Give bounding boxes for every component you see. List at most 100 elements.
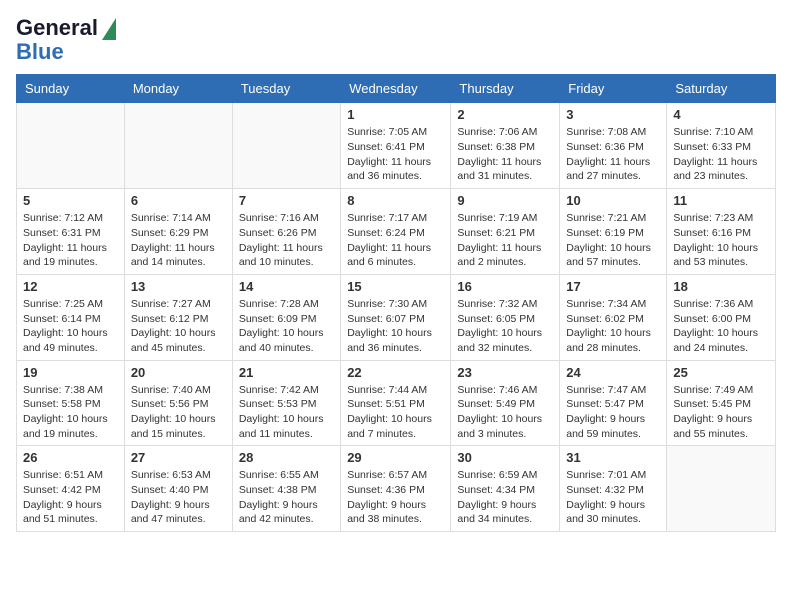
day-info: Sunrise: 7:12 AM Sunset: 6:31 PM Dayligh… [23, 211, 118, 270]
calendar-cell: 18 Sunrise: 7:36 AM Sunset: 6:00 PM Dayli… [667, 274, 776, 360]
day-info: Sunrise: 7:44 AM Sunset: 5:51 PM Dayligh… [347, 383, 444, 442]
day-number: 24 [566, 365, 660, 380]
calendar-cell: 6 Sunrise: 7:14 AM Sunset: 6:29 PM Daylig… [124, 189, 232, 275]
day-info: Sunrise: 6:53 AM Sunset: 4:40 PM Dayligh… [131, 468, 226, 527]
calendar-week-row: 12 Sunrise: 7:25 AM Sunset: 6:14 PM Dayli… [17, 274, 776, 360]
day-number: 30 [457, 450, 553, 465]
day-number: 6 [131, 193, 226, 208]
day-info: Sunrise: 7:36 AM Sunset: 6:00 PM Dayligh… [673, 297, 769, 356]
day-number: 22 [347, 365, 444, 380]
day-info: Sunrise: 7:05 AM Sunset: 6:41 PM Dayligh… [347, 125, 444, 184]
calendar-table: SundayMondayTuesdayWednesdayThursdayFrid… [16, 74, 776, 532]
day-number: 10 [566, 193, 660, 208]
day-of-week-header: Monday [124, 75, 232, 103]
calendar-cell: 22 Sunrise: 7:44 AM Sunset: 5:51 PM Dayli… [341, 360, 451, 446]
calendar-cell: 14 Sunrise: 7:28 AM Sunset: 6:09 PM Dayli… [232, 274, 340, 360]
calendar-cell: 5 Sunrise: 7:12 AM Sunset: 6:31 PM Daylig… [17, 189, 125, 275]
day-of-week-header: Tuesday [232, 75, 340, 103]
calendar-week-row: 19Sunrise: 7:38 AM Sunset: 5:58 PM Dayli… [17, 360, 776, 446]
calendar-cell: 1Sunrise: 7:05 AM Sunset: 6:41 PM Daylig… [341, 103, 451, 189]
day-info: Sunrise: 7:01 AM Sunset: 4:32 PM Dayligh… [566, 468, 660, 527]
page-header: General Blue [16, 16, 776, 64]
day-number: 7 [239, 193, 334, 208]
day-info: Sunrise: 7:23 AM Sunset: 6:16 PM Dayligh… [673, 211, 769, 270]
day-number: 2 [457, 107, 553, 122]
calendar-cell: 31 Sunrise: 7:01 AM Sunset: 4:32 PM Dayli… [560, 446, 667, 532]
calendar-cell: 26 Sunrise: 6:51 AM Sunset: 4:42 PM Dayli… [17, 446, 125, 532]
day-number: 31 [566, 450, 660, 465]
day-of-week-header: Saturday [667, 75, 776, 103]
calendar-cell [232, 103, 340, 189]
calendar-cell: 13 Sunrise: 7:27 AM Sunset: 6:12 PM Dayli… [124, 274, 232, 360]
calendar-cell [17, 103, 125, 189]
calendar-cell: 23 Sunrise: 7:46 AM Sunset: 5:49 PM Dayli… [451, 360, 560, 446]
day-info: Sunrise: 7:40 AM Sunset: 5:56 PM Dayligh… [131, 383, 226, 442]
day-number: 13 [131, 279, 226, 294]
calendar-cell: 16 Sunrise: 7:32 AM Sunset: 6:05 PM Dayli… [451, 274, 560, 360]
day-of-week-header: Friday [560, 75, 667, 103]
day-number: 8 [347, 193, 444, 208]
calendar-cell: 11Sunrise: 7:23 AM Sunset: 6:16 PM Dayli… [667, 189, 776, 275]
calendar-cell: 21Sunrise: 7:42 AM Sunset: 5:53 PM Dayli… [232, 360, 340, 446]
day-info: Sunrise: 7:27 AM Sunset: 6:12 PM Dayligh… [131, 297, 226, 356]
logo-blue-text: Blue [16, 40, 64, 64]
calendar-cell: 28Sunrise: 6:55 AM Sunset: 4:38 PM Dayli… [232, 446, 340, 532]
day-number: 16 [457, 279, 553, 294]
calendar-cell: 30 Sunrise: 6:59 AM Sunset: 4:34 PM Dayli… [451, 446, 560, 532]
day-info: Sunrise: 7:28 AM Sunset: 6:09 PM Dayligh… [239, 297, 334, 356]
day-number: 9 [457, 193, 553, 208]
day-number: 23 [457, 365, 553, 380]
day-info: Sunrise: 7:42 AM Sunset: 5:53 PM Dayligh… [239, 383, 334, 442]
day-info: Sunrise: 7:38 AM Sunset: 5:58 PM Dayligh… [23, 383, 118, 442]
day-number: 4 [673, 107, 769, 122]
calendar-cell: 27 Sunrise: 6:53 AM Sunset: 4:40 PM Dayli… [124, 446, 232, 532]
calendar-cell: 7 Sunrise: 7:16 AM Sunset: 6:26 PM Daylig… [232, 189, 340, 275]
calendar-cell: 9 Sunrise: 7:19 AM Sunset: 6:21 PM Daylig… [451, 189, 560, 275]
day-of-week-header: Thursday [451, 75, 560, 103]
day-of-week-header: Sunday [17, 75, 125, 103]
logo-text: General [16, 16, 98, 40]
day-number: 5 [23, 193, 118, 208]
day-number: 27 [131, 450, 226, 465]
day-number: 14 [239, 279, 334, 294]
calendar-cell [124, 103, 232, 189]
calendar-cell: 12 Sunrise: 7:25 AM Sunset: 6:14 PM Dayli… [17, 274, 125, 360]
day-number: 25 [673, 365, 769, 380]
day-info: Sunrise: 7:47 AM Sunset: 5:47 PM Dayligh… [566, 383, 660, 442]
day-info: Sunrise: 7:32 AM Sunset: 6:05 PM Dayligh… [457, 297, 553, 356]
day-info: Sunrise: 6:55 AM Sunset: 4:38 PM Dayligh… [239, 468, 334, 527]
day-number: 29 [347, 450, 444, 465]
day-info: Sunrise: 6:59 AM Sunset: 4:34 PM Dayligh… [457, 468, 553, 527]
day-info: Sunrise: 7:46 AM Sunset: 5:49 PM Dayligh… [457, 383, 553, 442]
day-info: Sunrise: 7:14 AM Sunset: 6:29 PM Dayligh… [131, 211, 226, 270]
day-info: Sunrise: 7:30 AM Sunset: 6:07 PM Dayligh… [347, 297, 444, 356]
day-number: 12 [23, 279, 118, 294]
day-number: 20 [131, 365, 226, 380]
calendar-week-row: 1Sunrise: 7:05 AM Sunset: 6:41 PM Daylig… [17, 103, 776, 189]
day-of-week-header: Wednesday [341, 75, 451, 103]
day-number: 3 [566, 107, 660, 122]
day-info: Sunrise: 7:34 AM Sunset: 6:02 PM Dayligh… [566, 297, 660, 356]
day-info: Sunrise: 7:08 AM Sunset: 6:36 PM Dayligh… [566, 125, 660, 184]
calendar-cell: 20 Sunrise: 7:40 AM Sunset: 5:56 PM Dayli… [124, 360, 232, 446]
day-info: Sunrise: 7:16 AM Sunset: 6:26 PM Dayligh… [239, 211, 334, 270]
day-info: Sunrise: 7:19 AM Sunset: 6:21 PM Dayligh… [457, 211, 553, 270]
calendar-cell: 4Sunrise: 7:10 AM Sunset: 6:33 PM Daylig… [667, 103, 776, 189]
day-info: Sunrise: 7:06 AM Sunset: 6:38 PM Dayligh… [457, 125, 553, 184]
day-number: 26 [23, 450, 118, 465]
day-info: Sunrise: 7:25 AM Sunset: 6:14 PM Dayligh… [23, 297, 118, 356]
day-info: Sunrise: 7:17 AM Sunset: 6:24 PM Dayligh… [347, 211, 444, 270]
logo-triangle-icon [102, 18, 116, 40]
day-info: Sunrise: 7:21 AM Sunset: 6:19 PM Dayligh… [566, 211, 660, 270]
calendar-cell: 3 Sunrise: 7:08 AM Sunset: 6:36 PM Daylig… [560, 103, 667, 189]
day-number: 18 [673, 279, 769, 294]
day-number: 15 [347, 279, 444, 294]
day-info: Sunrise: 6:51 AM Sunset: 4:42 PM Dayligh… [23, 468, 118, 527]
calendar-cell: 2 Sunrise: 7:06 AM Sunset: 6:38 PM Daylig… [451, 103, 560, 189]
logo: General Blue [16, 16, 116, 64]
calendar-cell: 24 Sunrise: 7:47 AM Sunset: 5:47 PM Dayli… [560, 360, 667, 446]
calendar-week-row: 26 Sunrise: 6:51 AM Sunset: 4:42 PM Dayli… [17, 446, 776, 532]
calendar-cell: 29Sunrise: 6:57 AM Sunset: 4:36 PM Dayli… [341, 446, 451, 532]
day-info: Sunrise: 7:49 AM Sunset: 5:45 PM Dayligh… [673, 383, 769, 442]
calendar-cell: 19Sunrise: 7:38 AM Sunset: 5:58 PM Dayli… [17, 360, 125, 446]
